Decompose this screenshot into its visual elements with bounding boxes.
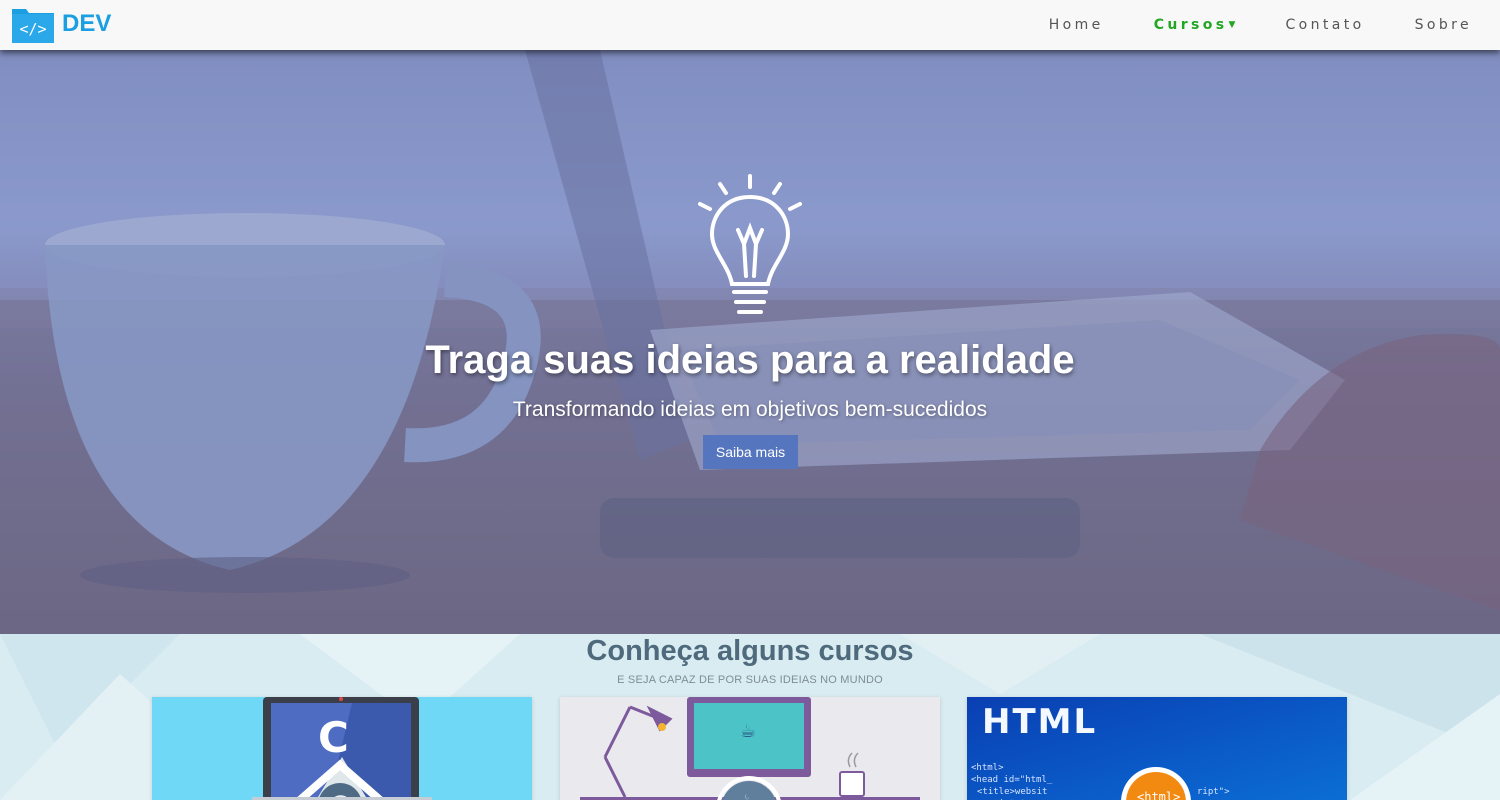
courses-title: Conheça alguns cursos [586,635,914,667]
nav-menu: Home Cursos ▼ Contato Sobre [999,0,1472,50]
nav-sobre-label: Sobre [1414,17,1472,33]
hero-subtitle: Transformando ideias em objetivos bem-su… [512,398,988,421]
hero-title: Traga suas ideias para a realidade [425,338,1075,382]
courses-subtitle: E SEJA CAPAZ DE POR SUAS IDEIAS NO MUNDO [617,674,883,686]
top-navbar: </> DEV Home Cursos ▼ Contato Sobre [0,0,1500,50]
nav-sobre[interactable]: Sobre [1415,17,1472,33]
nav-cursos-label: Cursos [1153,17,1228,33]
svg-text:☕: ☕ [739,791,755,800]
course-card-java[interactable]: ☕ ☕ [560,697,940,800]
courses-section: Conheça alguns cursos E SEJA CAPAZ DE PO… [0,634,1500,800]
caret-down-icon: ▼ [1228,20,1236,30]
svg-text:<title>websit: <title>websit [977,787,1047,797]
svg-text:<html>: <html> [1137,790,1180,800]
svg-text:☕: ☕ [740,721,756,742]
course-card-c[interactable]: C C [152,697,532,800]
java-icon: ☕ ☕ [560,697,940,800]
nav-cursos[interactable]: Cursos ▼ [1154,17,1236,33]
nav-home-label: Home [1048,17,1104,33]
svg-text:ript">: ript"> [1197,787,1230,797]
svg-text:<html>: <html> [971,763,1004,773]
c-language-icon: C C [152,697,532,800]
nav-home[interactable]: Home [1049,17,1104,33]
course-card-html[interactable]: <html> <head id="html_ <title>websit <sc… [967,697,1347,800]
nav-contato[interactable]: Contato [1285,17,1364,33]
svg-text:</>: </> [19,20,46,38]
html-banner-text: HTML [982,702,1098,742]
brand-name: DEV [62,10,112,37]
svg-text:<head id="html_: <head id="html_ [971,775,1053,785]
nav-contato-label: Contato [1285,17,1365,33]
svg-text:C: C [318,713,349,762]
saiba-mais-button[interactable]: Saiba mais [703,435,798,469]
code-folder-icon: </> [12,9,54,43]
lightbulb-icon [698,174,802,314]
brand[interactable]: </> DEV [12,4,111,44]
hero-section: Traga suas ideias para a realidade Trans… [0,50,1500,634]
